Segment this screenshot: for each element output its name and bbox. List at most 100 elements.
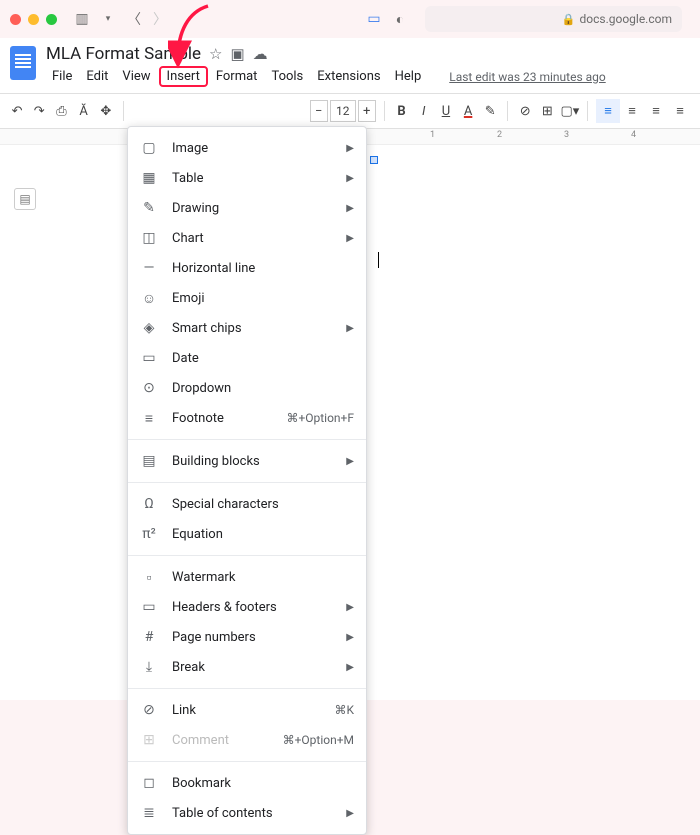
text-color-button[interactable]: A: [459, 99, 477, 123]
underline-button[interactable]: U: [437, 99, 455, 123]
align-justify-button[interactable]: ≡: [668, 99, 692, 123]
align-right-button[interactable]: ≡: [644, 99, 668, 123]
menu-item-shortcut: ⌘+Option+M: [283, 733, 354, 747]
separator: [384, 101, 385, 121]
cloud-status-icon[interactable]: ☁: [253, 45, 268, 63]
menu-item-label: Smart chips: [172, 321, 332, 336]
menu-item-equation[interactable]: π²Equation: [128, 519, 366, 549]
menu-format[interactable]: Format: [210, 66, 264, 87]
document-title[interactable]: MLA Format Sample: [46, 44, 201, 64]
menu-separator: [128, 688, 366, 689]
menu-item-watermark[interactable]: ▫ Watermark: [128, 562, 366, 592]
move-icon[interactable]: ▣: [230, 45, 244, 63]
star-icon[interactable]: ☆: [209, 45, 222, 63]
menu-item-icon: Ω: [140, 496, 158, 512]
menu-item-page-numbers[interactable]: #Page numbers▶: [128, 622, 366, 652]
outline-toggle-button[interactable]: ▤: [14, 188, 36, 210]
document-header: MLA Format Sample ☆ ▣ ☁ File Edit View I…: [0, 38, 700, 87]
font-size-value[interactable]: 12: [330, 100, 356, 122]
back-button[interactable]: 〈: [125, 10, 143, 28]
font-size-control: − 12 +: [310, 100, 376, 122]
menu-item-icon: ▫: [140, 569, 158, 586]
menu-item-icon: ▦: [140, 170, 158, 186]
dropdown-icon[interactable]: ▾: [99, 10, 117, 28]
menu-item-label: Comment: [172, 733, 269, 748]
menu-bar: File Edit View Insert Format Tools Exten…: [46, 66, 612, 87]
menu-item-dropdown[interactable]: ⊙ Dropdown: [128, 373, 366, 403]
menu-item-icon: π²: [140, 526, 158, 542]
menu-item-break[interactable]: ⤓Break▶: [128, 652, 366, 682]
submenu-arrow-icon: ▶: [346, 143, 354, 154]
add-comment-button[interactable]: ⊞: [538, 99, 556, 123]
insert-image-button[interactable]: ▢▾: [560, 99, 579, 123]
menu-item-icon: #: [140, 629, 158, 645]
address-bar[interactable]: 🔒 docs.google.com: [425, 6, 682, 32]
browser-titlebar: ▥ ▾ 〈 〉 ▭ ◐ 🔒 docs.google.com: [0, 0, 700, 38]
maximize-window-icon[interactable]: [46, 14, 57, 25]
menu-item-label: Dropdown: [172, 381, 354, 396]
menu-item-icon: ☺: [140, 290, 158, 307]
docs-logo-icon[interactable]: [10, 46, 36, 80]
minimize-window-icon[interactable]: [28, 14, 39, 25]
font-size-decrease[interactable]: −: [310, 100, 328, 122]
menu-item-icon: ◫: [140, 230, 158, 246]
menu-item-date[interactable]: ▭Date: [128, 343, 366, 373]
menu-item-label: Building blocks: [172, 454, 332, 469]
indent-marker-icon[interactable]: [370, 156, 378, 164]
close-window-icon[interactable]: [10, 14, 21, 25]
menu-item-label: Break: [172, 660, 332, 675]
window-controls: [10, 14, 57, 25]
menu-item-label: Watermark: [172, 570, 354, 585]
submenu-arrow-icon: ▶: [346, 808, 354, 819]
menu-tools[interactable]: Tools: [265, 66, 309, 87]
menu-item-icon: ▢: [140, 140, 158, 156]
insert-link-button[interactable]: ⊘: [516, 99, 534, 123]
sidebar-toggle-icon[interactable]: ▥: [73, 10, 91, 28]
menu-item-drawing[interactable]: ✎Drawing▶: [128, 193, 366, 223]
menu-item-icon: ⊙: [140, 380, 158, 396]
highlight-button[interactable]: ✎: [481, 99, 499, 123]
bold-button[interactable]: B: [392, 99, 410, 123]
menu-item-table-of-contents[interactable]: ≣Table of contents▶: [128, 798, 366, 828]
menu-insert[interactable]: Insert: [159, 66, 208, 87]
menu-item-icon: ⊘: [140, 702, 158, 718]
menu-extensions[interactable]: Extensions: [311, 66, 386, 87]
reader-icon[interactable]: ▭: [365, 10, 383, 28]
menu-item-special-characters[interactable]: ΩSpecial characters: [128, 489, 366, 519]
forward-button[interactable]: 〉: [151, 10, 169, 28]
submenu-arrow-icon: ▶: [346, 203, 354, 214]
menu-item-bookmark[interactable]: ◻Bookmark: [128, 768, 366, 798]
menu-view[interactable]: View: [116, 66, 156, 87]
font-size-increase[interactable]: +: [358, 100, 376, 122]
menu-item-icon: ◻: [140, 775, 158, 791]
last-edit-link[interactable]: Last edit was 23 minutes ago: [443, 67, 611, 87]
menu-item-footnote[interactable]: ≡Footnote⌘+Option+F: [128, 403, 366, 433]
align-left-button[interactable]: ≡: [596, 99, 620, 123]
menu-item-image[interactable]: ▢Image▶: [128, 133, 366, 163]
url-text: docs.google.com: [579, 12, 672, 26]
menu-item-headers-footers[interactable]: ▭Headers & footers▶: [128, 592, 366, 622]
separator: [123, 101, 124, 121]
undo-button[interactable]: ↶: [8, 99, 26, 123]
shield-icon[interactable]: ◐: [391, 10, 409, 28]
menu-item-chart[interactable]: ◫Chart▶: [128, 223, 366, 253]
menu-help[interactable]: Help: [389, 66, 428, 87]
redo-button[interactable]: ↷: [30, 99, 48, 123]
menu-item-emoji[interactable]: ☺Emoji: [128, 283, 366, 313]
italic-button[interactable]: I: [415, 99, 433, 123]
submenu-arrow-icon: ▶: [346, 323, 354, 334]
menu-item-building-blocks[interactable]: ▤Building blocks▶: [128, 446, 366, 476]
align-center-button[interactable]: ≡: [620, 99, 644, 123]
submenu-arrow-icon: ▶: [346, 173, 354, 184]
spellcheck-button[interactable]: Ă: [75, 99, 93, 123]
menu-separator: [128, 761, 366, 762]
menu-item-horizontal-line[interactable]: —Horizontal line: [128, 253, 366, 283]
menu-edit[interactable]: Edit: [80, 66, 114, 87]
menu-file[interactable]: File: [46, 66, 78, 87]
print-button[interactable]: ⎙: [52, 99, 70, 123]
ruler-mark: 1: [430, 130, 435, 140]
paint-format-button[interactable]: ✥: [97, 99, 115, 123]
menu-item-table[interactable]: ▦Table▶: [128, 163, 366, 193]
menu-item-smart-chips[interactable]: ◈Smart chips▶: [128, 313, 366, 343]
menu-item-label: Table of contents: [172, 806, 332, 821]
